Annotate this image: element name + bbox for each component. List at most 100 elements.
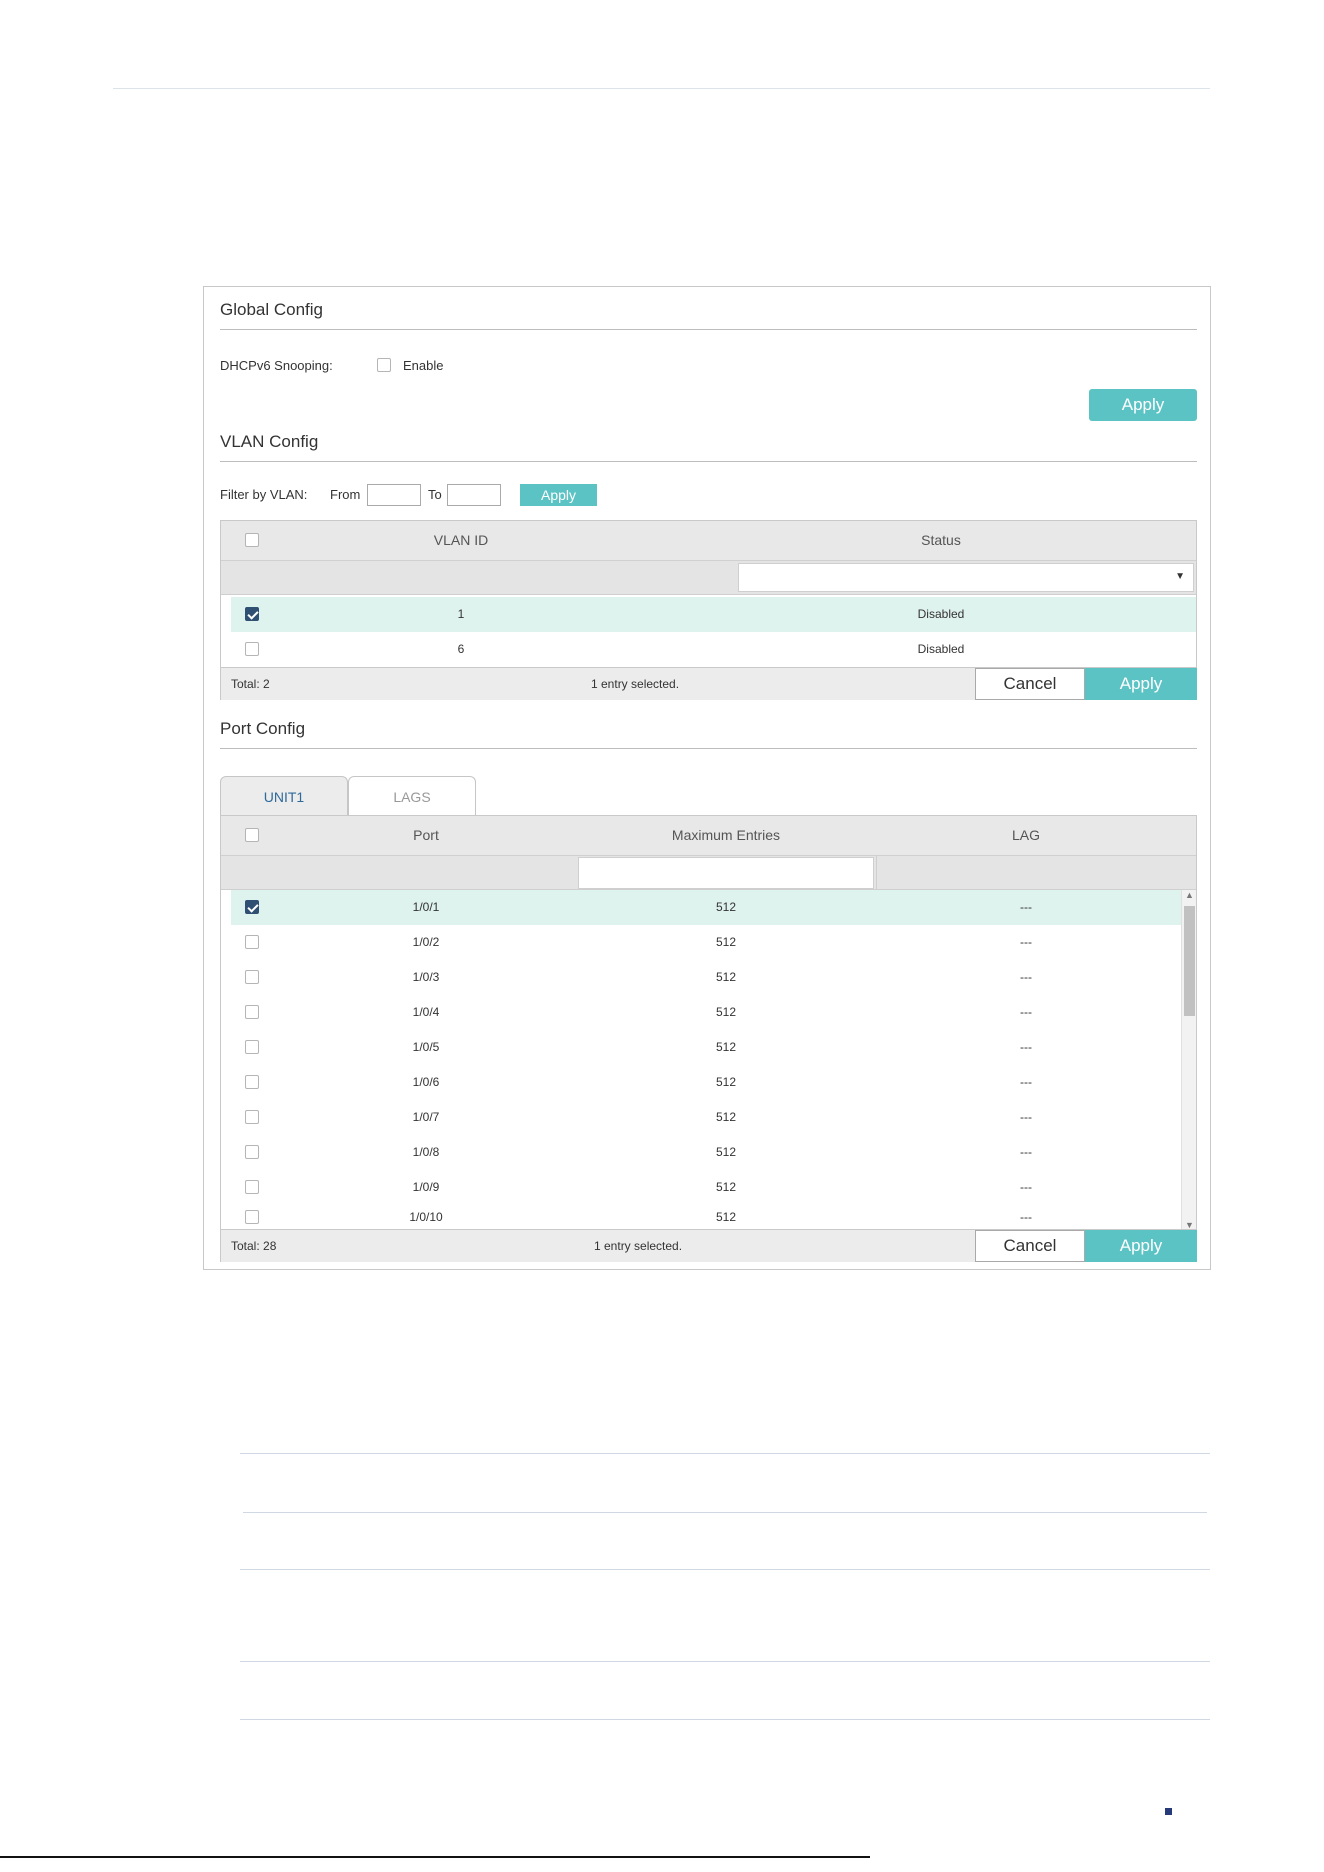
max-entries-cell: 512	[715, 1110, 737, 1124]
table-rule	[243, 1512, 1207, 1513]
row-checkbox[interactable]	[245, 900, 259, 914]
port-table-row[interactable]: 1/0/5 512 ---	[231, 1030, 1181, 1065]
row-checkbox[interactable]	[245, 607, 259, 621]
port-cell: 1/0/6	[412, 1075, 440, 1089]
vlan-config-divider	[220, 461, 1197, 462]
port-table-row[interactable]: 1/0/8 512 ---	[231, 1135, 1181, 1170]
port-filter-row	[221, 856, 1196, 890]
port-apply-button[interactable]: Apply	[1085, 1230, 1197, 1262]
scroll-up-icon[interactable]: ▲	[1182, 890, 1197, 900]
vlan-total-count: Total: 2	[231, 677, 270, 691]
table-rule	[240, 1569, 1210, 1570]
row-checkbox[interactable]	[245, 1180, 259, 1194]
port-cell: 1/0/8	[412, 1145, 440, 1159]
vlan-table-footer: Total: 2 1 entry selected. Cancel Apply	[221, 667, 1197, 700]
row-checkbox[interactable]	[245, 1110, 259, 1124]
row-checkbox[interactable]	[245, 970, 259, 984]
vlan-table: VLAN ID Status ▼ 1 Disabled 6 Disabled T…	[220, 520, 1197, 700]
row-checkbox[interactable]	[245, 1075, 259, 1089]
lag-column-header: LAG	[1011, 827, 1040, 843]
port-table-row[interactable]: 1/0/2 512 ---	[231, 925, 1181, 960]
to-label: To	[428, 487, 442, 502]
row-checkbox[interactable]	[245, 1005, 259, 1019]
port-table-row[interactable]: 1/0/1 512 ---	[231, 890, 1181, 925]
filter-by-vlan-label: Filter by VLAN:	[220, 487, 308, 502]
port-cell: 1/0/3	[412, 970, 440, 984]
enable-label: Enable	[403, 358, 444, 373]
footer-line	[0, 1856, 870, 1858]
port-table: Port Maximum Entries LAG 1/0/1 512 --- 1…	[220, 815, 1197, 1262]
vlan-filter-row: ▼	[221, 561, 1196, 595]
enable-checkbox[interactable]	[377, 358, 391, 372]
filter-apply-button[interactable]: Apply	[520, 484, 597, 506]
max-entries-cell: 512	[715, 1040, 737, 1054]
page-marker	[1165, 1808, 1172, 1815]
port-cell: 1/0/2	[412, 935, 440, 949]
port-column-header: Port	[413, 827, 439, 843]
port-table-row[interactable]: 1/0/6 512 ---	[231, 1065, 1181, 1100]
vlan-config-title: VLAN Config	[220, 432, 319, 451]
row-checkbox[interactable]	[245, 1145, 259, 1159]
port-table-row[interactable]: 1/0/10 512 ---	[231, 1205, 1181, 1229]
port-cancel-button[interactable]: Cancel	[975, 1230, 1085, 1262]
maximum-entries-column-header: Maximum Entries	[671, 827, 781, 843]
port-table-header: Port Maximum Entries LAG	[221, 816, 1196, 856]
port-table-footer: Total: 28 1 entry selected. Cancel Apply	[221, 1229, 1197, 1262]
vlan-id-column-header: VLAN ID	[433, 532, 489, 548]
max-entries-cell: 512	[715, 1005, 737, 1019]
max-entries-cell: 512	[715, 970, 737, 984]
lag-cell: ---	[1020, 1075, 1032, 1089]
maximum-entries-input[interactable]	[578, 857, 874, 889]
row-checkbox[interactable]	[245, 642, 259, 656]
port-cell: 1/0/7	[412, 1110, 440, 1124]
lag-cell: ---	[1020, 1145, 1032, 1159]
global-apply-button[interactable]: Apply	[1089, 389, 1197, 421]
scrollbar-thumb[interactable]	[1184, 906, 1195, 1016]
row-checkbox[interactable]	[245, 1040, 259, 1054]
tab-unit1[interactable]: UNIT1	[220, 776, 348, 816]
vlan-table-header: VLAN ID Status	[221, 521, 1196, 561]
vlan-from-input[interactable]	[367, 484, 421, 506]
port-config-title: Port Config	[220, 719, 306, 738]
tab-lags[interactable]: LAGS	[348, 776, 476, 816]
status-cell: Disabled	[917, 642, 965, 656]
vlan-table-row[interactable]: 6 Disabled	[231, 632, 1196, 667]
lag-cell: ---	[1020, 1210, 1032, 1224]
port-total-count: Total: 28	[231, 1239, 277, 1253]
port-table-row[interactable]: 1/0/7 512 ---	[231, 1100, 1181, 1135]
vlan-id-cell: 6	[457, 642, 465, 656]
from-label: From	[330, 487, 361, 502]
vlan-to-input[interactable]	[447, 484, 501, 506]
max-entries-cell: 512	[715, 935, 737, 949]
port-cell: 1/0/10	[409, 1210, 443, 1224]
vlan-id-cell: 1	[457, 607, 465, 621]
lag-cell: ---	[1020, 900, 1032, 914]
max-entries-cell: 512	[715, 900, 737, 914]
port-table-row[interactable]: 1/0/4 512 ---	[231, 995, 1181, 1030]
max-entries-cell: 512	[715, 1180, 737, 1194]
vlan-cancel-button[interactable]: Cancel	[975, 668, 1085, 700]
status-filter-select[interactable]: ▼	[738, 563, 1194, 592]
vlan-table-row[interactable]: 1 Disabled	[231, 597, 1196, 632]
lag-cell: ---	[1020, 1110, 1032, 1124]
port-table-row[interactable]: 1/0/3 512 ---	[231, 960, 1181, 995]
lag-cell: ---	[1020, 935, 1032, 949]
port-cell: 1/0/9	[412, 1180, 440, 1194]
row-checkbox[interactable]	[245, 1210, 259, 1224]
port-select-all-checkbox[interactable]	[245, 828, 259, 842]
status-cell: Disabled	[917, 607, 965, 621]
row-checkbox[interactable]	[245, 935, 259, 949]
vlan-apply-button[interactable]: Apply	[1085, 668, 1197, 700]
max-entries-cell: 512	[715, 1145, 737, 1159]
caret-down-icon: ▼	[1175, 571, 1185, 582]
table-rule	[240, 1719, 1210, 1720]
port-selected-count: 1 entry selected.	[594, 1239, 683, 1253]
vlan-selected-count: 1 entry selected.	[591, 677, 680, 691]
port-table-scrollbar[interactable]: ▲ ▼	[1181, 890, 1196, 1230]
config-panel: Global Config DHCPv6 Snooping: Enable Ap…	[203, 286, 1211, 1270]
vlan-select-all-checkbox[interactable]	[245, 533, 259, 547]
port-cell: 1/0/1	[412, 900, 440, 914]
filter-column-divider	[876, 856, 877, 889]
lag-cell: ---	[1020, 1005, 1032, 1019]
port-table-row[interactable]: 1/0/9 512 ---	[231, 1170, 1181, 1205]
